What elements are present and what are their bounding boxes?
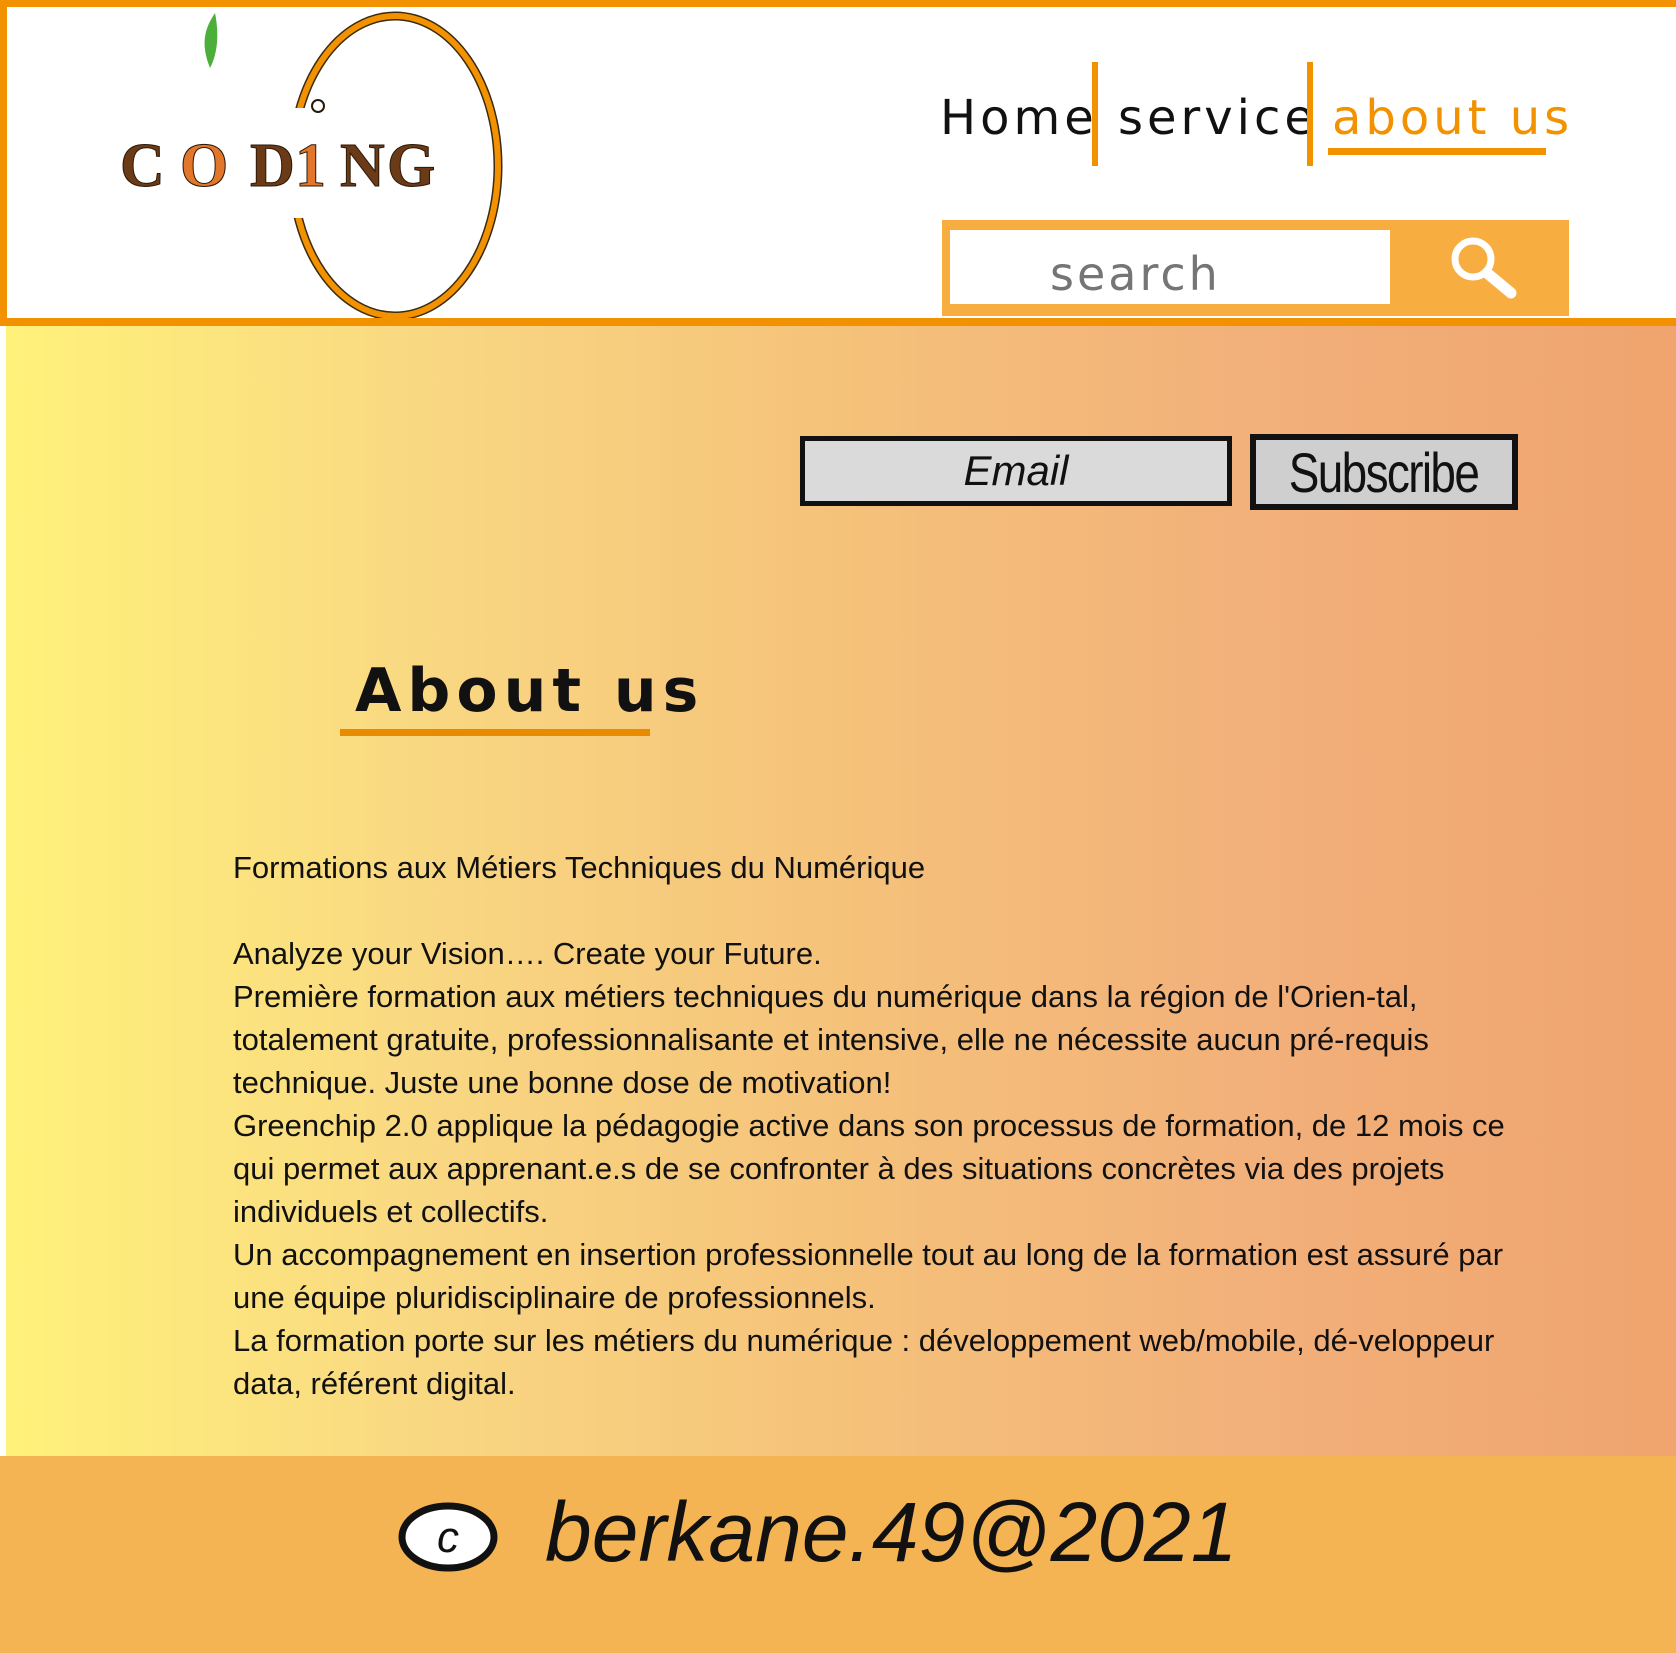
logo-letter-i: 1 [295, 132, 326, 200]
about-paragraph: Première formation aux métiers technique… [233, 979, 1429, 1100]
header: C O D 1 N G Home service about us [0, 0, 1676, 328]
search-icon [1451, 237, 1516, 299]
about-paragraph: Un accompagnement en insertion professio… [233, 1237, 1504, 1315]
nav-service[interactable]: service [1118, 90, 1318, 146]
search-button[interactable] [1400, 220, 1569, 316]
logo-letter-n: N [340, 132, 385, 200]
coding-logo[interactable]: C O D 1 N G [115, 8, 535, 328]
svg-text:c: c [437, 1513, 459, 1562]
nav-home[interactable]: Home [940, 90, 1098, 146]
logo-letter-o: O [180, 132, 228, 200]
copyright-text: berkane.49@2021 [545, 1485, 1238, 1579]
about-text: Formations aux Métiers Techniques du Num… [233, 846, 1523, 1405]
footer: c berkane.49@2021 [0, 1456, 1676, 1653]
about-paragraph: Analyze your Vision…. Create your Future… [233, 936, 822, 971]
logo-graphic: C O D 1 N G [120, 11, 503, 321]
copyright-icon: c [398, 1502, 498, 1572]
header-divider [0, 318, 1676, 326]
nav-separator [1307, 62, 1313, 166]
search-bar [942, 220, 1569, 316]
title-underline [340, 729, 650, 736]
logo-letter-c: C [120, 132, 165, 200]
main-content: Subscribe About us Formations aux Métier… [0, 326, 1676, 1456]
nav-separator [1092, 62, 1098, 166]
subscribe-button[interactable]: Subscribe [1250, 434, 1518, 510]
subscribe-button-label: Subscribe [1289, 440, 1480, 504]
nav-about-us[interactable]: about us [1332, 90, 1573, 146]
email-field[interactable] [800, 436, 1232, 506]
page-title: About us [355, 656, 705, 726]
logo-letter-g: G [387, 132, 435, 200]
page-left-edge [0, 326, 6, 1653]
about-subtitle: Formations aux Métiers Techniques du Num… [233, 850, 926, 885]
logo-letter-d: D [250, 132, 295, 200]
search-input[interactable] [950, 230, 1390, 304]
about-paragraph: La formation porte sur les métiers du nu… [233, 1323, 1495, 1401]
about-paragraph: Greenchip 2.0 applique la pédagogie acti… [233, 1108, 1505, 1229]
nav-active-underline [1328, 148, 1546, 155]
